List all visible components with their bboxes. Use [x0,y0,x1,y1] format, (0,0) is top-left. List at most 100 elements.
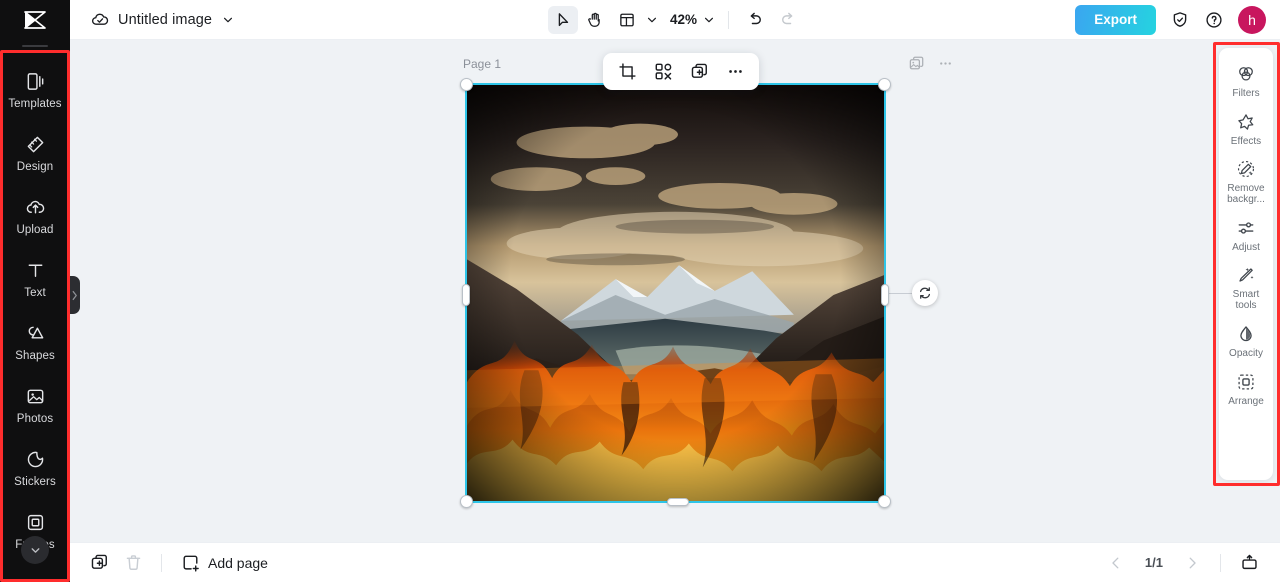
sidebar-item-templates[interactable]: Templates [0,59,70,122]
layout-dropdown[interactable] [644,6,660,34]
opacity-drop-icon [1240,325,1252,341]
undo-arrow-icon [750,12,761,25]
crop-button[interactable] [612,58,642,86]
sidebar-item-shapes[interactable]: Shapes [0,311,70,374]
chevron-down-icon [31,547,39,553]
document-title[interactable]: Untitled image [118,12,212,28]
sidebar-item-label: Upload [16,224,54,236]
more-options-button[interactable] [720,58,750,86]
export-button[interactable]: Export [1075,4,1156,35]
resize-handle-right[interactable] [881,284,889,306]
redo-button[interactable] [772,6,802,34]
add-page-label: Add page [208,554,268,571]
right-panel-item-filters[interactable]: Filters [1219,57,1273,105]
chevron-left-icon [1112,557,1119,568]
smart-tools-wand-icon [1239,267,1254,282]
canvas-tools: 42% [547,5,802,34]
sidebar-collapse-toggle[interactable] [68,276,80,314]
sidebar-item-label: Templates [8,98,62,110]
frames-icon [27,514,43,531]
page-indicator: 1/1 [1144,555,1163,570]
undo-button[interactable] [740,6,770,34]
right-panel-item-label: Adjust [1232,241,1260,253]
chevron-down-icon [224,17,233,22]
sidebar-scroll-down-button[interactable] [21,536,49,564]
layout-panels-icon [620,13,634,26]
cutout-button[interactable] [648,58,678,86]
sidebar-item-photos[interactable]: Photos [0,374,70,437]
sidebar-item-label: Design [16,161,54,173]
resize-handle-bottom-left[interactable] [460,495,473,508]
right-panel-item-effects[interactable]: Effects [1219,105,1273,153]
resize-handle-left[interactable] [462,284,470,306]
filters-circles-icon [1239,66,1253,81]
sidebar-item-label: Text [24,287,46,299]
ellipsis-icon [940,62,951,65]
zoom-dropdown[interactable] [701,6,717,34]
sidebar-item-text[interactable]: Text [0,248,70,311]
right-panel-item-label: Arrange [1228,395,1264,407]
right-panel-item-label: Remove backgr... [1227,183,1265,205]
sidebar-item-list: Templates Design Upload Text Shapes Phot… [0,59,70,563]
document-title-dropdown[interactable] [220,6,236,34]
ellipsis-icon [728,70,742,73]
resize-handle-bottom[interactable] [667,498,689,506]
crop-icon [618,63,636,80]
rotate-button[interactable] [912,280,938,306]
arrange-frame-icon [1238,373,1254,390]
page-more-button[interactable] [937,55,954,72]
add-page-button[interactable]: Add page [175,553,268,572]
bottom-bar-right-actions: 1/1 [1101,549,1264,577]
duplicate-page-action[interactable] [84,549,114,577]
hand-icon [588,12,600,27]
user-avatar[interactable]: h [1238,5,1266,34]
logo-divider [22,45,48,47]
selected-image-frame[interactable] [460,78,938,508]
right-properties-panel: Filters Effects Remove backgr... Adjust [1219,48,1273,480]
right-panel-item-smart-tools[interactable]: Smart tools [1219,259,1273,317]
duplicate-page-button[interactable] [908,55,925,72]
top-bar-actions: Export h [1075,4,1266,35]
zoom-level: 42% [669,12,698,27]
shield-check-icon[interactable] [1170,10,1190,30]
right-panel-item-opacity[interactable]: Opacity [1219,317,1273,365]
sidebar-item-design[interactable]: Design [0,122,70,185]
left-sidebar: Templates Design Upload Text Shapes Phot… [0,0,70,582]
page-tools [908,55,954,72]
redo-arrow-icon [781,12,792,25]
right-panel-item-remove-background[interactable]: Remove backgr... [1219,153,1273,211]
sidebar-item-upload[interactable]: Upload [0,185,70,248]
shapes-icon [28,326,43,339]
resize-handle-top-right[interactable] [878,78,891,91]
chevron-down-icon [647,17,657,22]
right-panel-item-adjust[interactable]: Adjust [1219,211,1273,259]
capcut-logo-icon[interactable] [0,0,70,40]
layout-tool-button[interactable] [612,6,642,34]
sidebar-item-stickers[interactable]: Stickers [0,437,70,500]
delete-page-action[interactable] [118,549,148,577]
upload-cloud-icon [26,200,44,214]
select-tool-button[interactable] [547,5,578,34]
cursor-arrow-icon [558,12,569,26]
right-panel-item-label: Smart tools [1232,289,1260,311]
bottom-bar: Add page 1/1 [70,542,1280,582]
resize-handle-bottom-right[interactable] [878,495,891,508]
previous-page-button[interactable] [1101,549,1131,577]
canvas-area[interactable]: Page 1 [70,40,1280,542]
artwork-image[interactable] [467,85,884,501]
trash-icon [126,555,140,570]
page-label: Page 1 [463,57,502,71]
question-circle-icon[interactable] [1204,10,1224,30]
sidebar-item-label: Photos [16,413,54,425]
rotate-refresh-icon [919,287,931,299]
hand-tool-button[interactable] [580,6,610,34]
present-button[interactable] [1234,549,1264,577]
photos-image-icon [27,389,43,404]
remove-background-icon [1237,160,1255,178]
text-t-icon [28,264,42,277]
resize-handle-top-left[interactable] [460,78,473,91]
chevron-right-icon [72,290,77,300]
right-panel-item-arrange[interactable]: Arrange [1219,365,1273,413]
duplicate-button[interactable] [684,58,714,86]
next-page-button[interactable] [1177,549,1207,577]
